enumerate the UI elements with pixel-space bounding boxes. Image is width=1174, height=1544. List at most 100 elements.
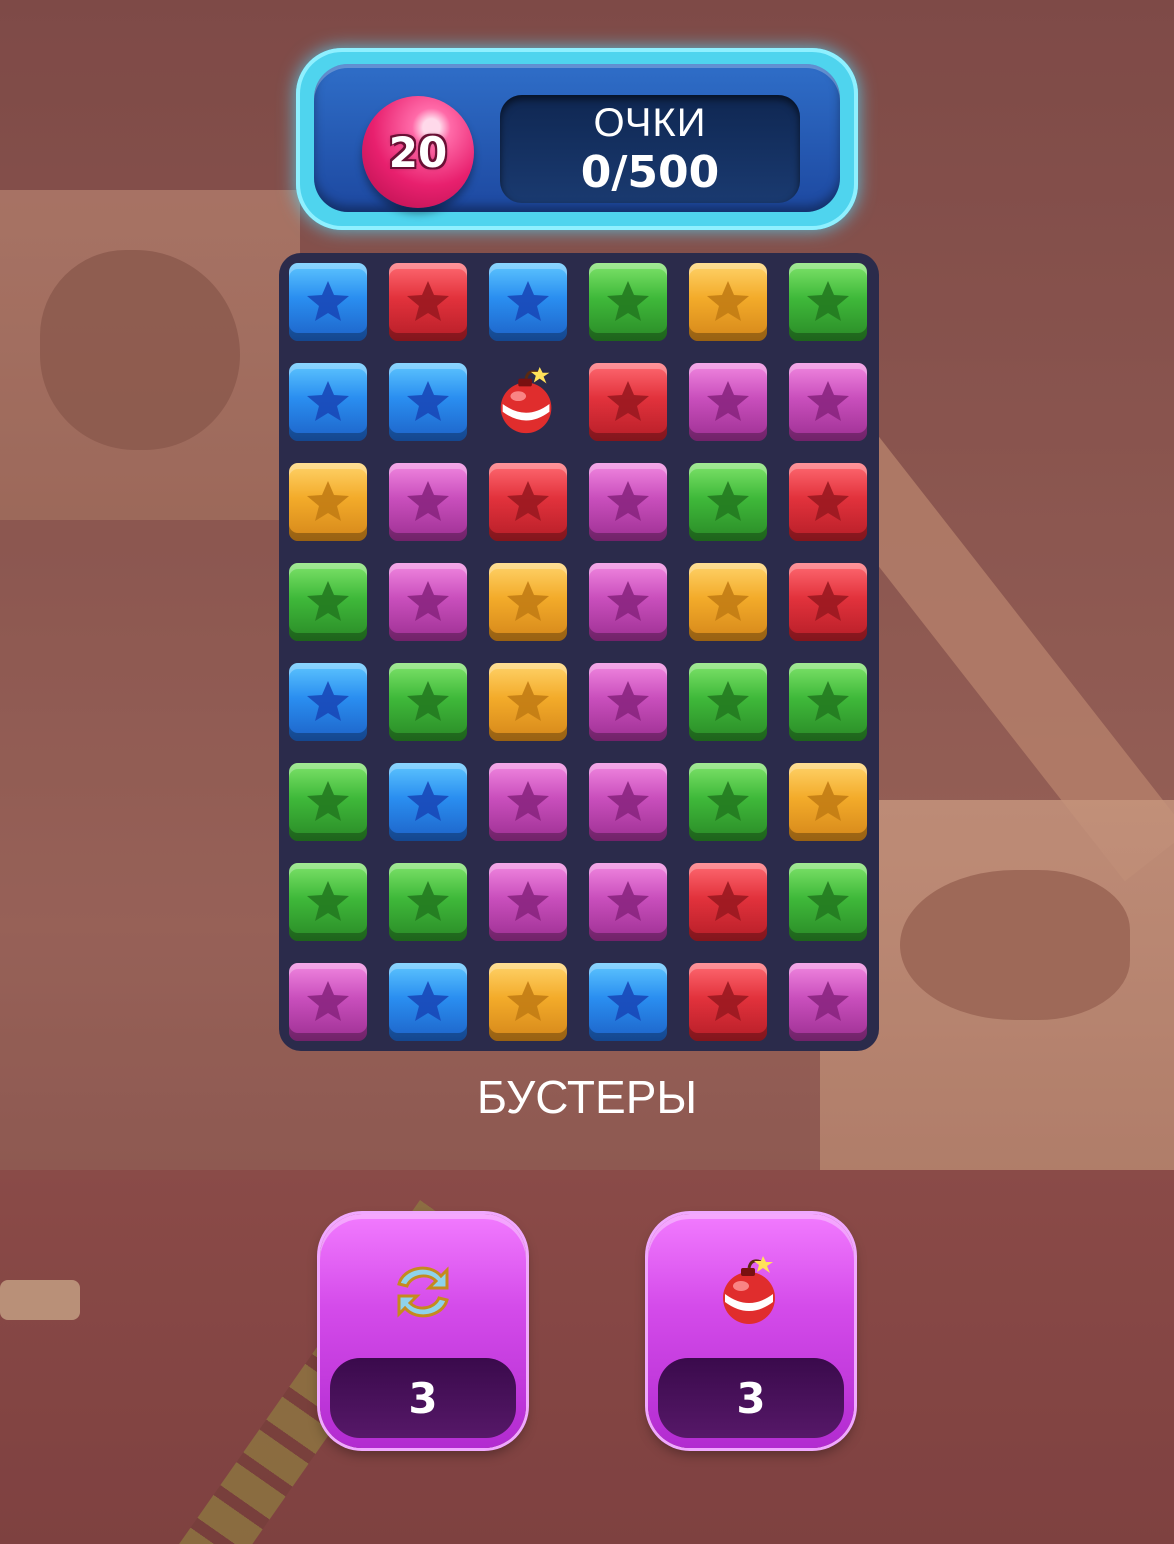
green-star-tile[interactable] [289,763,367,841]
star-icon [307,981,349,1021]
star-icon [407,781,449,821]
blue-star-tile[interactable] [589,963,667,1041]
star-icon [707,381,749,421]
shuffle-booster-button[interactable]: 3 [320,1214,526,1448]
blue-star-tile[interactable] [289,363,367,441]
star-icon [407,681,449,721]
star-icon [307,581,349,621]
star-icon [307,381,349,421]
green-star-tile[interactable] [289,863,367,941]
orange-star-tile[interactable] [489,963,567,1041]
green-star-tile[interactable] [789,863,867,941]
purple-star-tile[interactable] [789,963,867,1041]
shuffle-booster-count: 3 [408,1373,438,1423]
bomb-booster-count: 3 [736,1373,766,1423]
red-star-tile[interactable] [589,363,667,441]
blue-star-tile[interactable] [389,763,467,841]
blue-star-tile[interactable] [289,263,367,341]
score-value: 0/500 [580,147,720,198]
star-icon [407,481,449,521]
purple-star-tile[interactable] [589,563,667,641]
bomb-icon [500,366,552,434]
star-icon [707,481,749,521]
orange-star-tile[interactable] [789,763,867,841]
red-star-tile[interactable] [789,463,867,541]
green-star-tile[interactable] [289,563,367,641]
green-star-tile[interactable] [389,863,467,941]
star-icon [507,981,549,1021]
green-star-tile[interactable] [689,763,767,841]
star-icon [807,481,849,521]
star-icon [607,281,649,321]
purple-star-tile[interactable] [589,863,667,941]
star-icon [507,281,549,321]
star-icon [307,781,349,821]
game-board [279,253,879,1051]
star-icon [407,281,449,321]
red-star-tile[interactable] [489,463,567,541]
purple-star-tile[interactable] [289,963,367,1041]
blue-star-tile[interactable] [389,363,467,441]
star-icon [707,881,749,921]
star-icon [707,281,749,321]
bomb-icon [723,1256,775,1324]
shuffle-arrows-icon [397,1266,449,1318]
orange-star-tile[interactable] [489,663,567,741]
purple-star-tile[interactable] [389,463,467,541]
red-star-tile[interactable] [389,263,467,341]
green-star-tile[interactable] [789,263,867,341]
shuffle-booster-count-box: 3 [330,1358,516,1438]
blue-star-tile[interactable] [289,663,367,741]
purple-star-tile[interactable] [589,763,667,841]
green-star-tile[interactable] [389,663,467,741]
purple-star-tile[interactable] [789,363,867,441]
star-icon [307,681,349,721]
star-icon [607,381,649,421]
blue-star-tile[interactable] [389,963,467,1041]
purple-star-tile[interactable] [589,463,667,541]
orange-star-tile[interactable] [689,263,767,341]
orange-star-tile[interactable] [689,563,767,641]
star-icon [507,481,549,521]
star-icon [807,581,849,621]
orange-star-tile[interactable] [289,463,367,541]
red-star-tile[interactable] [789,563,867,641]
star-icon [807,881,849,921]
green-star-tile[interactable] [789,663,867,741]
score-box: ОЧКИ 0/500 [500,95,800,203]
star-icon [707,981,749,1021]
star-icon [507,681,549,721]
star-icon [407,981,449,1021]
star-icon [607,981,649,1021]
star-icon [707,581,749,621]
star-icon [307,881,349,921]
score-label: ОЧКИ [593,101,707,145]
blue-star-tile[interactable] [489,263,567,341]
bomb-booster-button[interactable]: 3 [648,1214,854,1448]
green-star-tile[interactable] [589,263,667,341]
star-icon [607,681,649,721]
red-star-tile[interactable] [689,963,767,1041]
green-star-tile[interactable] [689,663,767,741]
purple-star-tile[interactable] [589,663,667,741]
purple-star-tile[interactable] [489,763,567,841]
red-star-tile[interactable] [689,863,767,941]
star-icon [807,681,849,721]
purple-star-tile[interactable] [389,563,467,641]
boosters-title: БУСТЕРЫ [476,1071,698,1123]
orange-star-tile[interactable] [489,563,567,641]
star-icon [607,581,649,621]
green-star-tile[interactable] [689,463,767,541]
bomb-tile[interactable] [489,363,567,441]
star-icon [307,481,349,521]
star-icon [707,681,749,721]
purple-star-tile[interactable] [689,363,767,441]
star-icon [507,781,549,821]
star-icon [407,581,449,621]
star-icon [607,481,649,521]
bomb-booster-count-box: 3 [658,1358,844,1438]
purple-star-tile[interactable] [489,863,567,941]
star-icon [507,581,549,621]
moves-counter-value: 20 [388,127,448,177]
star-icon [707,781,749,821]
